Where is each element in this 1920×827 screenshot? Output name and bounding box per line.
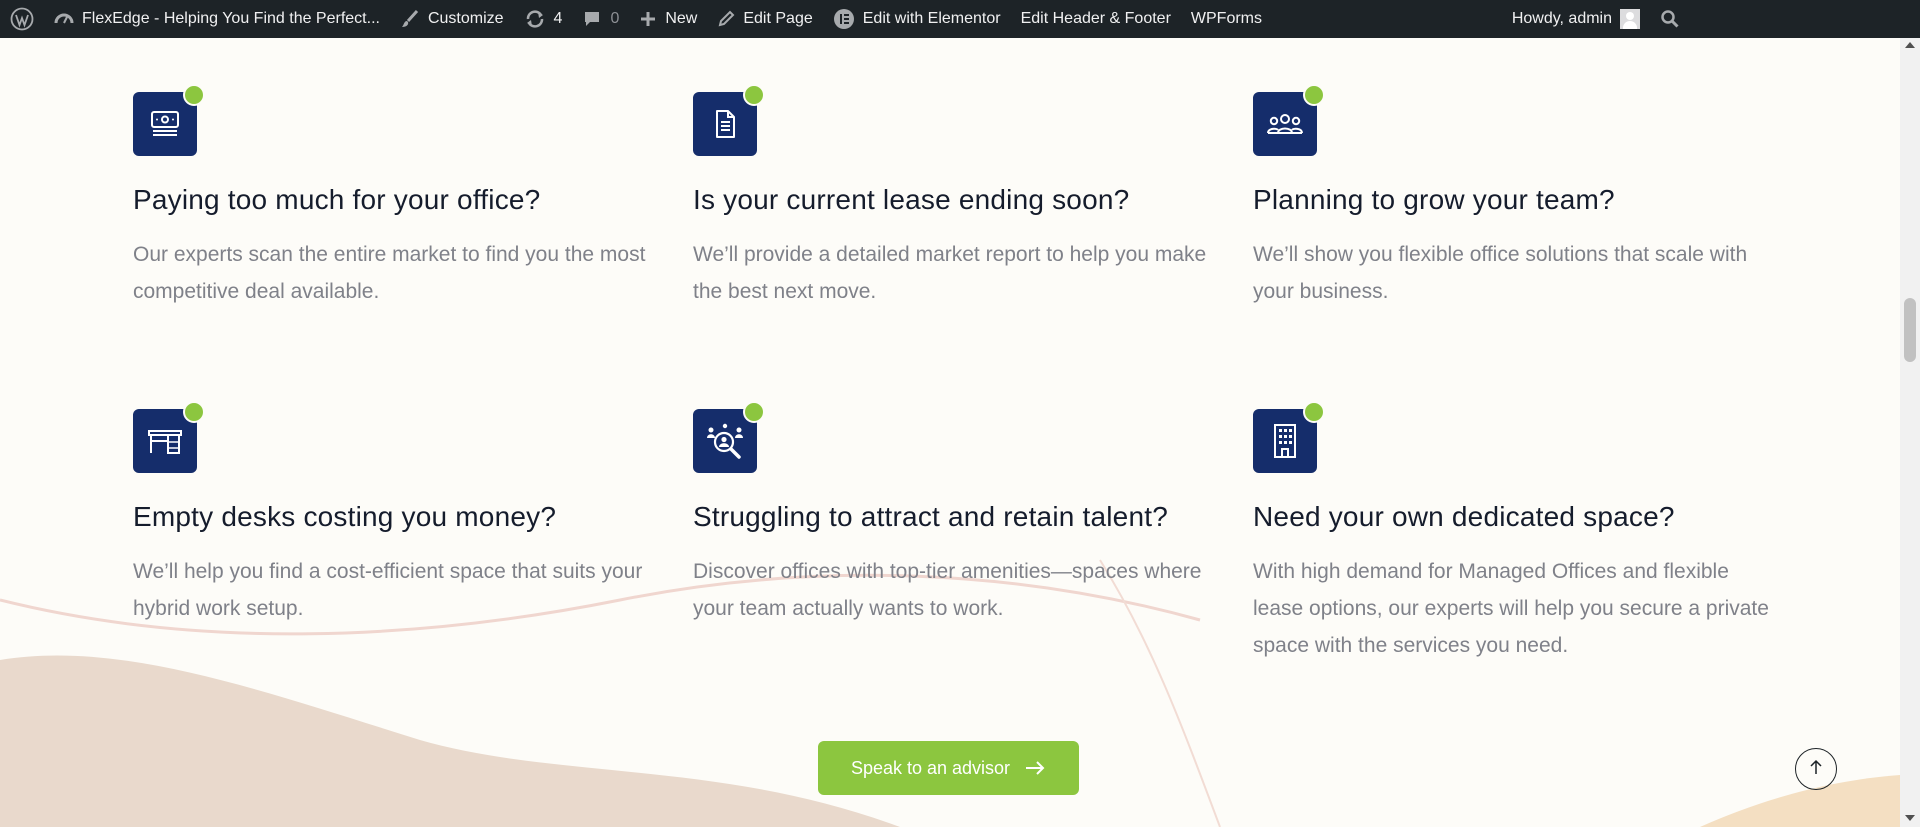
scroll-up-icon[interactable]	[1905, 42, 1915, 48]
arrow-right-icon	[1024, 760, 1046, 776]
feature-card: Need your own dedicated space? With high…	[1253, 401, 1773, 664]
site-title: FlexEdge - Helping You Find the Perfect.…	[82, 10, 380, 27]
edit-page-label: Edit Page	[743, 10, 813, 27]
edit-header-footer-link[interactable]: Edit Header & Footer	[1011, 0, 1181, 38]
feature-card: Planning to grow your team? We’ll show y…	[1253, 84, 1773, 310]
paintbrush-icon	[400, 9, 420, 29]
team-icon	[1253, 84, 1325, 156]
site-name-link[interactable]: FlexEdge - Helping You Find the Perfect.…	[44, 0, 390, 38]
feature-text: We’ll help you find a cost-efficient spa…	[133, 560, 643, 620]
updates-link[interactable]: 4	[514, 0, 573, 38]
my-account-link[interactable]: Howdy, admin	[1502, 0, 1650, 38]
updates-count: 4	[553, 10, 563, 27]
feature-title: Empty desks costing you money?	[133, 501, 557, 532]
status-dot	[183, 84, 205, 106]
edit-page-link[interactable]: Edit Page	[707, 0, 822, 38]
edit-header-footer-label: Edit Header & Footer	[1020, 10, 1171, 27]
search-button[interactable]	[1650, 0, 1690, 38]
edit-elementor-label: Edit with Elementor	[862, 10, 1001, 27]
scrollbar-thumb[interactable]	[1904, 298, 1916, 362]
customize-link[interactable]: Customize	[390, 0, 514, 38]
feature-text: We’ll provide a detailed market report t…	[693, 243, 1207, 303]
feature-card: Struggling to attract and retain talent?…	[693, 401, 1213, 627]
talent-search-icon	[693, 401, 765, 473]
arrow-up-icon	[1809, 759, 1823, 780]
feature-card: Paying too much for your office? Our exp…	[133, 84, 653, 310]
status-dot	[1303, 401, 1325, 423]
howdy-label: Howdy, admin	[1511, 10, 1612, 27]
wordpress-logo-icon[interactable]	[0, 0, 44, 38]
speak-to-advisor-button[interactable]: Speak to an advisor	[818, 741, 1079, 795]
wpforms-label: WPForms	[1190, 10, 1262, 27]
scroll-down-icon[interactable]	[1905, 815, 1915, 821]
updates-icon	[524, 9, 546, 29]
feature-text: With high demand for Managed Offices and…	[1253, 560, 1769, 657]
comments-link[interactable]: 0	[572, 0, 629, 38]
feature-title: Struggling to attract and retain talent?	[693, 501, 1168, 532]
building-icon	[1253, 401, 1325, 473]
new-content-link[interactable]: New	[629, 0, 707, 38]
status-dot	[743, 401, 765, 423]
back-to-top-button[interactable]	[1795, 748, 1837, 790]
feature-title: Is your current lease ending soon?	[693, 184, 1130, 215]
comments-count: 0	[610, 10, 620, 27]
new-label: New	[665, 10, 698, 27]
document-icon	[693, 84, 765, 156]
status-dot	[1303, 84, 1325, 106]
feature-text: Discover offices with top-tier amenities…	[693, 560, 1202, 620]
money-icon	[133, 84, 205, 156]
edit-elementor-link[interactable]: Edit with Elementor	[823, 0, 1011, 38]
pencil-icon	[717, 10, 735, 28]
cta-label: Speak to an advisor	[850, 757, 1011, 778]
feature-title: Paying too much for your office?	[133, 184, 541, 215]
plus-icon	[639, 10, 657, 28]
status-dot	[743, 84, 765, 106]
desk-icon	[133, 401, 205, 473]
comment-icon	[582, 9, 602, 29]
feature-card: Empty desks costing you money? We’ll hel…	[133, 401, 653, 627]
feature-text: We’ll show you flexible office solutions…	[1253, 243, 1748, 303]
feature-title: Need your own dedicated space?	[1253, 501, 1675, 532]
search-icon	[1660, 9, 1680, 29]
customize-label: Customize	[427, 10, 504, 27]
feature-card: Is your current lease ending soon? We’ll…	[693, 84, 1213, 310]
feature-title: Planning to grow your team?	[1253, 184, 1615, 215]
elementor-icon	[833, 8, 855, 30]
admin-bar: FlexEdge - Helping You Find the Perfect.…	[0, 0, 1920, 38]
avatar	[1620, 9, 1640, 29]
wpforms-link[interactable]: WPForms	[1181, 0, 1272, 38]
status-dot	[183, 401, 205, 423]
feature-text: Our experts scan the entire market to fi…	[133, 243, 646, 303]
dashboard-icon	[54, 9, 74, 29]
page-scrollbar[interactable]	[1900, 38, 1920, 827]
